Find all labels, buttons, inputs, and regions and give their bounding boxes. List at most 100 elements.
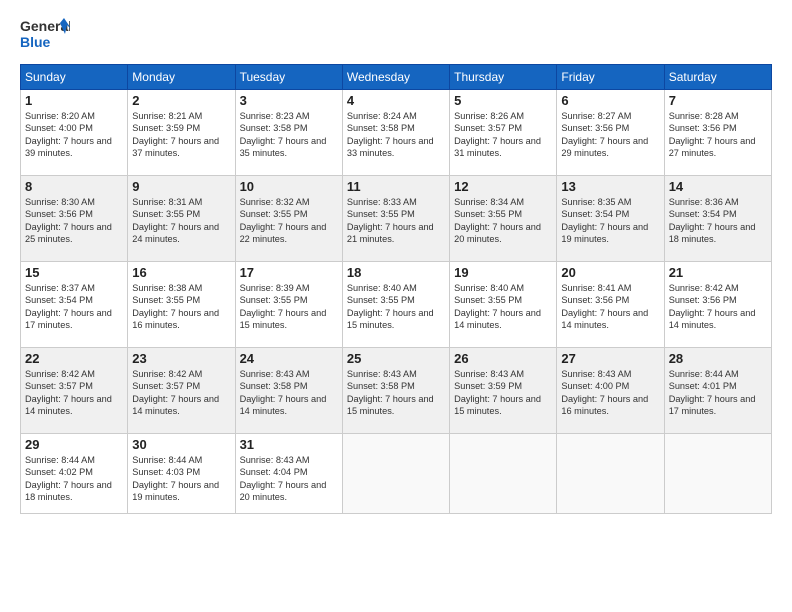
day-number: 17 xyxy=(240,265,338,280)
day-info: Sunrise: 8:38 AM Sunset: 3:55 PM Dayligh… xyxy=(132,282,230,332)
day-cell: 5 Sunrise: 8:26 AM Sunset: 3:57 PM Dayli… xyxy=(450,90,557,176)
day-number: 14 xyxy=(669,179,767,194)
day-info: Sunrise: 8:24 AM Sunset: 3:58 PM Dayligh… xyxy=(347,110,445,160)
logo: General Blue xyxy=(20,16,70,54)
day-cell xyxy=(450,434,557,514)
header: General Blue xyxy=(20,16,772,54)
day-number: 21 xyxy=(669,265,767,280)
svg-text:Blue: Blue xyxy=(20,34,51,50)
day-info: Sunrise: 8:43 AM Sunset: 4:04 PM Dayligh… xyxy=(240,454,338,504)
day-number: 28 xyxy=(669,351,767,366)
weekday-header-monday: Monday xyxy=(128,65,235,90)
day-number: 19 xyxy=(454,265,552,280)
day-cell: 23 Sunrise: 8:42 AM Sunset: 3:57 PM Dayl… xyxy=(128,348,235,434)
day-number: 6 xyxy=(561,93,659,108)
day-cell: 22 Sunrise: 8:42 AM Sunset: 3:57 PM Dayl… xyxy=(21,348,128,434)
day-cell: 31 Sunrise: 8:43 AM Sunset: 4:04 PM Dayl… xyxy=(235,434,342,514)
week-row-5: 29 Sunrise: 8:44 AM Sunset: 4:02 PM Dayl… xyxy=(21,434,772,514)
day-info: Sunrise: 8:23 AM Sunset: 3:58 PM Dayligh… xyxy=(240,110,338,160)
day-info: Sunrise: 8:27 AM Sunset: 3:56 PM Dayligh… xyxy=(561,110,659,160)
day-info: Sunrise: 8:30 AM Sunset: 3:56 PM Dayligh… xyxy=(25,196,123,246)
day-cell: 29 Sunrise: 8:44 AM Sunset: 4:02 PM Dayl… xyxy=(21,434,128,514)
day-info: Sunrise: 8:33 AM Sunset: 3:55 PM Dayligh… xyxy=(347,196,445,246)
day-number: 7 xyxy=(669,93,767,108)
day-number: 29 xyxy=(25,437,123,452)
day-number: 30 xyxy=(132,437,230,452)
week-row-1: 1 Sunrise: 8:20 AM Sunset: 4:00 PM Dayli… xyxy=(21,90,772,176)
day-info: Sunrise: 8:31 AM Sunset: 3:55 PM Dayligh… xyxy=(132,196,230,246)
weekday-header-tuesday: Tuesday xyxy=(235,65,342,90)
day-info: Sunrise: 8:42 AM Sunset: 3:56 PM Dayligh… xyxy=(669,282,767,332)
day-number: 18 xyxy=(347,265,445,280)
day-number: 11 xyxy=(347,179,445,194)
day-cell: 16 Sunrise: 8:38 AM Sunset: 3:55 PM Dayl… xyxy=(128,262,235,348)
day-number: 5 xyxy=(454,93,552,108)
day-cell xyxy=(664,434,771,514)
day-info: Sunrise: 8:20 AM Sunset: 4:00 PM Dayligh… xyxy=(25,110,123,160)
calendar: SundayMondayTuesdayWednesdayThursdayFrid… xyxy=(20,64,772,514)
day-cell: 24 Sunrise: 8:43 AM Sunset: 3:58 PM Dayl… xyxy=(235,348,342,434)
day-number: 16 xyxy=(132,265,230,280)
day-info: Sunrise: 8:43 AM Sunset: 3:58 PM Dayligh… xyxy=(347,368,445,418)
day-number: 15 xyxy=(25,265,123,280)
day-info: Sunrise: 8:43 AM Sunset: 4:00 PM Dayligh… xyxy=(561,368,659,418)
day-cell: 20 Sunrise: 8:41 AM Sunset: 3:56 PM Dayl… xyxy=(557,262,664,348)
day-cell: 21 Sunrise: 8:42 AM Sunset: 3:56 PM Dayl… xyxy=(664,262,771,348)
day-cell: 25 Sunrise: 8:43 AM Sunset: 3:58 PM Dayl… xyxy=(342,348,449,434)
day-number: 26 xyxy=(454,351,552,366)
day-cell: 14 Sunrise: 8:36 AM Sunset: 3:54 PM Dayl… xyxy=(664,176,771,262)
day-cell: 10 Sunrise: 8:32 AM Sunset: 3:55 PM Dayl… xyxy=(235,176,342,262)
day-number: 23 xyxy=(132,351,230,366)
day-number: 3 xyxy=(240,93,338,108)
day-number: 25 xyxy=(347,351,445,366)
day-info: Sunrise: 8:40 AM Sunset: 3:55 PM Dayligh… xyxy=(347,282,445,332)
day-number: 9 xyxy=(132,179,230,194)
day-number: 4 xyxy=(347,93,445,108)
day-number: 8 xyxy=(25,179,123,194)
day-cell: 30 Sunrise: 8:44 AM Sunset: 4:03 PM Dayl… xyxy=(128,434,235,514)
day-number: 24 xyxy=(240,351,338,366)
day-info: Sunrise: 8:28 AM Sunset: 3:56 PM Dayligh… xyxy=(669,110,767,160)
day-cell: 15 Sunrise: 8:37 AM Sunset: 3:54 PM Dayl… xyxy=(21,262,128,348)
day-cell: 12 Sunrise: 8:34 AM Sunset: 3:55 PM Dayl… xyxy=(450,176,557,262)
day-info: Sunrise: 8:34 AM Sunset: 3:55 PM Dayligh… xyxy=(454,196,552,246)
day-info: Sunrise: 8:35 AM Sunset: 3:54 PM Dayligh… xyxy=(561,196,659,246)
day-cell: 1 Sunrise: 8:20 AM Sunset: 4:00 PM Dayli… xyxy=(21,90,128,176)
weekday-header-row: SundayMondayTuesdayWednesdayThursdayFrid… xyxy=(21,65,772,90)
week-row-4: 22 Sunrise: 8:42 AM Sunset: 3:57 PM Dayl… xyxy=(21,348,772,434)
day-cell xyxy=(557,434,664,514)
day-number: 31 xyxy=(240,437,338,452)
day-cell xyxy=(342,434,449,514)
day-number: 12 xyxy=(454,179,552,194)
day-cell: 6 Sunrise: 8:27 AM Sunset: 3:56 PM Dayli… xyxy=(557,90,664,176)
day-cell: 7 Sunrise: 8:28 AM Sunset: 3:56 PM Dayli… xyxy=(664,90,771,176)
day-info: Sunrise: 8:32 AM Sunset: 3:55 PM Dayligh… xyxy=(240,196,338,246)
day-cell: 18 Sunrise: 8:40 AM Sunset: 3:55 PM Dayl… xyxy=(342,262,449,348)
day-cell: 8 Sunrise: 8:30 AM Sunset: 3:56 PM Dayli… xyxy=(21,176,128,262)
week-row-2: 8 Sunrise: 8:30 AM Sunset: 3:56 PM Dayli… xyxy=(21,176,772,262)
day-cell: 26 Sunrise: 8:43 AM Sunset: 3:59 PM Dayl… xyxy=(450,348,557,434)
day-cell: 4 Sunrise: 8:24 AM Sunset: 3:58 PM Dayli… xyxy=(342,90,449,176)
day-cell: 27 Sunrise: 8:43 AM Sunset: 4:00 PM Dayl… xyxy=(557,348,664,434)
day-cell: 19 Sunrise: 8:40 AM Sunset: 3:55 PM Dayl… xyxy=(450,262,557,348)
day-number: 22 xyxy=(25,351,123,366)
day-number: 27 xyxy=(561,351,659,366)
day-number: 1 xyxy=(25,93,123,108)
weekday-header-saturday: Saturday xyxy=(664,65,771,90)
day-info: Sunrise: 8:39 AM Sunset: 3:55 PM Dayligh… xyxy=(240,282,338,332)
day-cell: 13 Sunrise: 8:35 AM Sunset: 3:54 PM Dayl… xyxy=(557,176,664,262)
day-info: Sunrise: 8:21 AM Sunset: 3:59 PM Dayligh… xyxy=(132,110,230,160)
page: General Blue SundayMondayTuesdayWednesda… xyxy=(0,0,792,612)
day-info: Sunrise: 8:43 AM Sunset: 3:59 PM Dayligh… xyxy=(454,368,552,418)
day-info: Sunrise: 8:42 AM Sunset: 3:57 PM Dayligh… xyxy=(132,368,230,418)
day-number: 2 xyxy=(132,93,230,108)
day-number: 13 xyxy=(561,179,659,194)
weekday-header-friday: Friday xyxy=(557,65,664,90)
weekday-header-sunday: Sunday xyxy=(21,65,128,90)
day-cell: 9 Sunrise: 8:31 AM Sunset: 3:55 PM Dayli… xyxy=(128,176,235,262)
day-cell: 11 Sunrise: 8:33 AM Sunset: 3:55 PM Dayl… xyxy=(342,176,449,262)
day-number: 20 xyxy=(561,265,659,280)
day-info: Sunrise: 8:36 AM Sunset: 3:54 PM Dayligh… xyxy=(669,196,767,246)
day-cell: 2 Sunrise: 8:21 AM Sunset: 3:59 PM Dayli… xyxy=(128,90,235,176)
day-info: Sunrise: 8:40 AM Sunset: 3:55 PM Dayligh… xyxy=(454,282,552,332)
